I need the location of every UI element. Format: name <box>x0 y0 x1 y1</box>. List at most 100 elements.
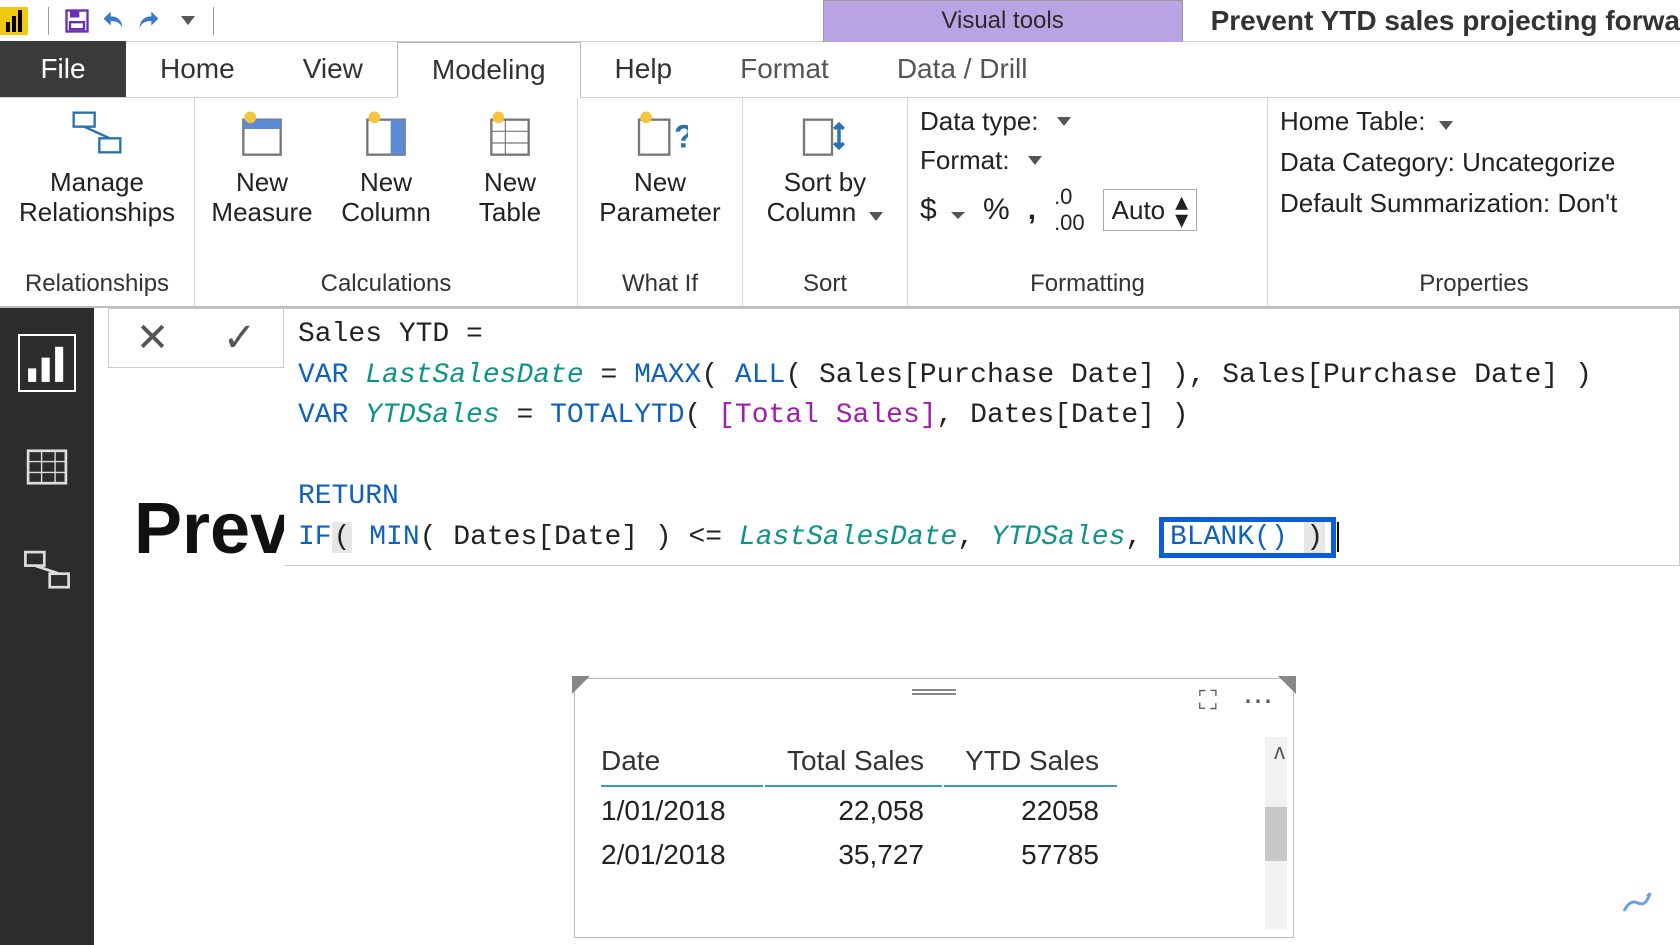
tok-fn: TOTALYTD <box>550 400 684 431</box>
new-measure-label: New Measure <box>211 168 312 228</box>
tok-fn: IF <box>298 522 332 553</box>
tok-var: VAR <box>298 400 348 431</box>
tok-var: VAR <box>298 360 348 391</box>
commit-formula-button[interactable]: ✓ <box>209 315 271 361</box>
formula-controls: ✕ ✓ <box>108 308 284 368</box>
app-icon <box>0 7 28 35</box>
home-table-dropdown[interactable] <box>1439 121 1453 130</box>
save-button[interactable] <box>59 3 95 39</box>
data-category-label[interactable]: Data Category: Uncategorize <box>1280 147 1617 178</box>
group-label-properties: Properties <box>1280 266 1668 302</box>
tok: = <box>500 400 550 431</box>
tok: = <box>584 360 634 391</box>
parameter-icon: ? <box>632 108 688 164</box>
group-properties: Home Table: Data Category: Uncategorize … <box>1268 98 1680 306</box>
separator <box>48 7 49 35</box>
tab-modeling[interactable]: Modeling <box>397 42 581 98</box>
paren-highlight: ) <box>1304 522 1325 553</box>
manage-relationships-button[interactable]: Manage Relationships <box>12 104 182 228</box>
blank-highlight: BLANK() ) <box>1159 517 1336 558</box>
col-total-sales[interactable]: Total Sales <box>765 739 942 787</box>
ribbon: Manage Relationships Relationships New M… <box>0 98 1680 308</box>
chevron-down-icon <box>869 212 883 221</box>
subscribe-watermark-icon <box>1616 881 1656 921</box>
formula-line1: Sales YTD = <box>298 319 500 350</box>
tok-fn: MAXX <box>634 360 701 391</box>
new-table-button[interactable]: New Table <box>455 104 565 228</box>
data-view-button[interactable] <box>20 440 74 494</box>
group-whatif: ? New Parameter What If <box>578 98 743 306</box>
document-title: Prevent YTD sales projecting forwa <box>1211 5 1680 37</box>
measure-icon <box>234 108 290 164</box>
new-measure-button[interactable]: New Measure <box>207 104 317 228</box>
cancel-formula-button[interactable]: ✕ <box>122 315 184 361</box>
tok-name: YTDSales <box>991 522 1125 553</box>
cell-date: 1/01/2018 <box>601 789 763 831</box>
tab-format[interactable]: Format <box>706 41 863 97</box>
focus-mode-icon[interactable]: ⛶ <box>1199 685 1217 717</box>
tab-view[interactable]: View <box>269 41 397 97</box>
tok-name: LastSalesDate <box>348 360 583 391</box>
cell-date: 2/01/2018 <box>601 833 763 875</box>
group-relationships: Manage Relationships Relationships <box>0 98 195 306</box>
tok-blank: BLANK() <box>1170 522 1304 553</box>
format-dropdown[interactable] <box>1028 156 1042 165</box>
cell-ytd: 57785 <box>944 833 1117 875</box>
report-canvas[interactable]: Prev ✕ ✓ Sales YTD = VAR LastSalesDate =… <box>94 308 1680 945</box>
more-options-icon[interactable]: ⋯ <box>1243 684 1275 719</box>
default-summarization-label[interactable]: Default Summarization: Don't <box>1280 188 1617 219</box>
group-formatting: Data type: Format: $ % , .0.00 Auto▴▾ Fo… <box>908 98 1268 306</box>
tok-fn: ALL <box>735 360 785 391</box>
cell-ytd: 22058 <box>944 789 1117 831</box>
content-area: Prev ✕ ✓ Sales YTD = VAR LastSalesDate =… <box>0 308 1680 945</box>
new-parameter-button[interactable]: ? New Parameter <box>590 104 730 228</box>
tok: , Dates[Date] ) <box>937 400 1189 431</box>
scrollbar-thumb[interactable] <box>1265 807 1287 861</box>
group-label-calculations: Calculations <box>207 266 565 302</box>
table-row[interactable]: 1/01/2018 22,058 22058 <box>601 789 1117 831</box>
tok-name: LastSalesDate <box>739 522 957 553</box>
group-label-formatting: Formatting <box>920 266 1255 302</box>
tok: ( <box>701 360 735 391</box>
cell-total: 22,058 <box>765 789 942 831</box>
group-label-sort: Sort <box>755 266 895 302</box>
undo-button[interactable] <box>95 3 131 39</box>
scroll-up-icon[interactable]: ʌ <box>1274 739 1285 765</box>
tok-name: YTDSales <box>348 400 499 431</box>
column-icon <box>358 108 414 164</box>
formula-editor[interactable]: Sales YTD = VAR LastSalesDate = MAXX( AL… <box>284 308 1680 566</box>
col-date[interactable]: Date <box>601 739 763 787</box>
table-row[interactable]: 2/01/2018 35,727 57785 <box>601 833 1117 875</box>
svg-text:?: ? <box>674 118 688 155</box>
thousands-button[interactable]: , <box>1028 193 1036 227</box>
customize-qat-dropdown[interactable] <box>167 3 203 39</box>
tab-data-drill[interactable]: Data / Drill <box>863 41 1062 97</box>
col-ytd-sales[interactable]: YTD Sales <box>944 739 1117 787</box>
model-view-button[interactable] <box>20 544 74 598</box>
data-type-label: Data type: <box>920 106 1039 137</box>
report-view-button[interactable] <box>20 336 74 390</box>
decimal-places-input[interactable]: Auto ▴▾ <box>1103 189 1198 231</box>
formula-bar: ✕ ✓ Sales YTD = VAR LastSalesDate = MAXX… <box>108 308 1680 566</box>
sort-by-column-button[interactable]: Sort by Column <box>755 104 895 228</box>
redo-button[interactable] <box>131 3 167 39</box>
table-visual[interactable]: ⛶ ⋯ Date Total Sales YTD Sales 1/01/2018… <box>574 678 1294 938</box>
percent-button[interactable]: % <box>983 193 1010 227</box>
tok: , <box>1125 522 1159 553</box>
decimal-auto-label: Auto <box>1112 195 1166 226</box>
decimal-button[interactable]: .0.00 <box>1054 184 1085 236</box>
data-type-dropdown[interactable] <box>1057 117 1071 126</box>
paren-highlight: ( <box>332 522 353 553</box>
tab-file[interactable]: File <box>0 41 126 97</box>
tab-help[interactable]: Help <box>581 41 707 97</box>
spinner-icon[interactable]: ▴▾ <box>1175 192 1188 228</box>
ribbon-tabs: File Home View Modeling Help Format Data… <box>0 42 1680 98</box>
tok-measure: [Total Sales] <box>718 400 936 431</box>
view-rail <box>0 308 94 945</box>
tab-home[interactable]: Home <box>126 41 269 97</box>
drag-grip[interactable] <box>912 689 956 697</box>
separator <box>213 7 214 35</box>
currency-button[interactable]: $ <box>920 193 965 227</box>
relationships-icon <box>69 108 125 164</box>
new-column-button[interactable]: New Column <box>331 104 441 228</box>
